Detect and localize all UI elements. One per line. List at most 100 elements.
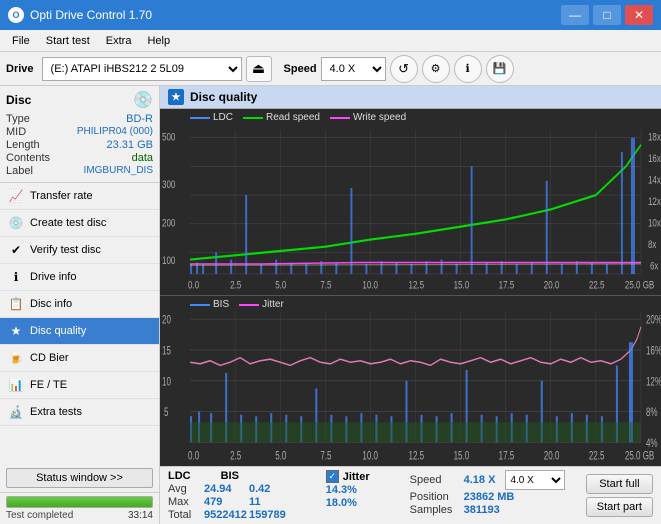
- svg-text:20: 20: [162, 315, 171, 328]
- disc-title: Disc: [6, 93, 31, 107]
- svg-text:16%: 16%: [646, 346, 661, 359]
- menu-file[interactable]: File: [4, 33, 38, 49]
- save-button[interactable]: 💾: [486, 55, 514, 83]
- start-part-button[interactable]: Start part: [586, 497, 653, 517]
- avg-bis: 0.42: [249, 483, 270, 495]
- stats-footer: LDC BIS Avg 24.94 0.42 Max 479 11 Tota: [160, 466, 661, 524]
- upper-legend: LDC Read speed Write speed: [190, 112, 406, 123]
- fe-te-icon: 📊: [8, 377, 24, 393]
- speed-current: 4.18 X: [464, 474, 496, 486]
- sidebar-item-disc-quality[interactable]: ★ Disc quality: [0, 318, 159, 345]
- content-area: ★ Disc quality LDC Read speed: [160, 86, 661, 524]
- disc-quality-icon: ★: [8, 323, 24, 339]
- svg-text:0.0: 0.0: [188, 279, 200, 292]
- jitter-avg-row: 14.3%: [326, 484, 370, 496]
- sidebar-item-drive-info[interactable]: ℹ Drive info: [0, 264, 159, 291]
- disc-row-length: Length 23.31 GB: [6, 139, 153, 151]
- max-ldc: 479: [204, 496, 249, 508]
- svg-text:12%: 12%: [646, 376, 661, 389]
- legend-read-speed: Read speed: [243, 112, 320, 123]
- drive-info-icon: ℹ: [8, 269, 24, 285]
- drive-label: Drive: [6, 63, 34, 75]
- close-button[interactable]: ✕: [625, 5, 653, 25]
- speed-select2[interactable]: 4.0 X: [505, 470, 565, 490]
- sidebar-item-create-test-disc[interactable]: 💿 Create test disc: [0, 210, 159, 237]
- jitter-section: ✓ Jitter 14.3% 18.0%: [316, 470, 370, 521]
- svg-text:12.5: 12.5: [408, 279, 424, 292]
- maximize-button[interactable]: □: [593, 5, 621, 25]
- drive-select[interactable]: (E:) ATAPI iHBS212 2 5L09: [42, 57, 242, 81]
- stats-left: LDC BIS Avg 24.94 0.42 Max 479 11 Tota: [168, 470, 578, 521]
- svg-text:2.5: 2.5: [230, 450, 241, 463]
- stats-total-row: Total 9522412 159789: [168, 509, 286, 521]
- jitter-label-legend: Jitter: [262, 299, 284, 310]
- jitter-col-header: Jitter: [343, 471, 370, 483]
- sidebar-label-create-test-disc: Create test disc: [30, 217, 106, 229]
- svg-text:10: 10: [162, 376, 171, 389]
- svg-text:12x: 12x: [648, 196, 661, 209]
- eject-button[interactable]: ⏏: [246, 56, 272, 82]
- start-full-button[interactable]: Start full: [586, 474, 653, 494]
- svg-text:7.5: 7.5: [320, 279, 332, 292]
- svg-text:15.0: 15.0: [454, 279, 470, 292]
- svg-text:12.5: 12.5: [408, 450, 424, 463]
- samples-row: Samples 381193: [410, 504, 566, 516]
- position-key: Position: [410, 491, 460, 503]
- svg-text:25.0 GB: 25.0 GB: [625, 279, 655, 292]
- legend-write-speed: Write speed: [330, 112, 406, 123]
- avg-ldc: 24.94: [204, 483, 249, 495]
- svg-text:18x: 18x: [648, 131, 661, 144]
- position-val: 23862 MB: [464, 491, 515, 503]
- menu-help[interactable]: Help: [139, 33, 178, 49]
- disc-key-type: Type: [6, 113, 30, 125]
- minimize-button[interactable]: —: [561, 5, 589, 25]
- lower-legend: BIS Jitter: [190, 299, 284, 310]
- progress-bar-container: [6, 496, 153, 508]
- menu-start-test[interactable]: Start test: [38, 33, 98, 49]
- info-button[interactable]: ℹ: [454, 55, 482, 83]
- disc-header: Disc 💿: [6, 90, 153, 110]
- ldc-color: [190, 117, 210, 119]
- menu-extra[interactable]: Extra: [98, 33, 140, 49]
- svg-text:22.5: 22.5: [589, 279, 605, 292]
- stats-ldc-bis: LDC BIS Avg 24.94 0.42 Max 479 11 Tota: [168, 470, 286, 521]
- chart-upper: LDC Read speed Write speed: [160, 109, 661, 296]
- settings-button[interactable]: ⚙: [422, 55, 450, 83]
- progress-text-row: Test completed 33:14: [6, 510, 153, 521]
- svg-text:17.5: 17.5: [499, 450, 515, 463]
- speed-select[interactable]: 4.0 X: [321, 57, 386, 81]
- sidebar-item-transfer-rate[interactable]: 📈 Transfer rate: [0, 183, 159, 210]
- legend-ldc: LDC: [190, 112, 233, 123]
- disc-panel: Disc 💿 Type BD-R MID PHILIPR04 (000) Len…: [0, 86, 159, 183]
- disc-val-length: 23.31 GB: [107, 139, 153, 151]
- refresh-button[interactable]: ↺: [390, 55, 418, 83]
- svg-text:14x: 14x: [648, 174, 661, 187]
- menu-bar: FileStart testExtraHelp: [0, 30, 661, 52]
- sidebar-label-transfer-rate: Transfer rate: [30, 190, 93, 202]
- sidebar-item-extra-tests[interactable]: 🔬 Extra tests: [0, 399, 159, 426]
- total-ldc: 9522412: [204, 509, 249, 521]
- jitter-checkbox[interactable]: ✓: [326, 470, 339, 483]
- status-window-button[interactable]: Status window >>: [6, 468, 153, 488]
- svg-text:200: 200: [162, 217, 176, 230]
- samples-key: Samples: [410, 504, 460, 516]
- charts-container: LDC Read speed Write speed: [160, 109, 661, 466]
- sidebar-label-disc-info: Disc info: [30, 298, 72, 310]
- sidebar-label-disc-quality: Disc quality: [30, 325, 86, 337]
- sidebar-item-disc-info[interactable]: 📋 Disc info: [0, 291, 159, 318]
- quality-icon: ★: [168, 89, 184, 105]
- stats-header-row: LDC BIS: [168, 470, 286, 482]
- disc-icon: 💿: [133, 90, 153, 110]
- sidebar-item-fe-te[interactable]: 📊 FE / TE: [0, 372, 159, 399]
- sidebar-item-cd-bier[interactable]: 🍺 CD Bier: [0, 345, 159, 372]
- lower-chart-svg: 20% 16% 12% 8% 4% 20 15 10 5 0.0 2.5 5.0…: [160, 296, 661, 466]
- sidebar-item-verify-test-disc[interactable]: ✔ Verify test disc: [0, 237, 159, 264]
- create-disc-icon: 💿: [8, 215, 24, 231]
- buttons-section: Start full Start part: [586, 470, 653, 521]
- sidebar: Disc 💿 Type BD-R MID PHILIPR04 (000) Len…: [0, 86, 160, 524]
- svg-text:15.0: 15.0: [454, 450, 470, 463]
- title-bar-left: O Opti Drive Control 1.70: [8, 7, 152, 23]
- svg-text:10.0: 10.0: [362, 279, 378, 292]
- stats-avg-row: Avg 24.94 0.42: [168, 483, 286, 495]
- disc-key-label: Label: [6, 165, 33, 177]
